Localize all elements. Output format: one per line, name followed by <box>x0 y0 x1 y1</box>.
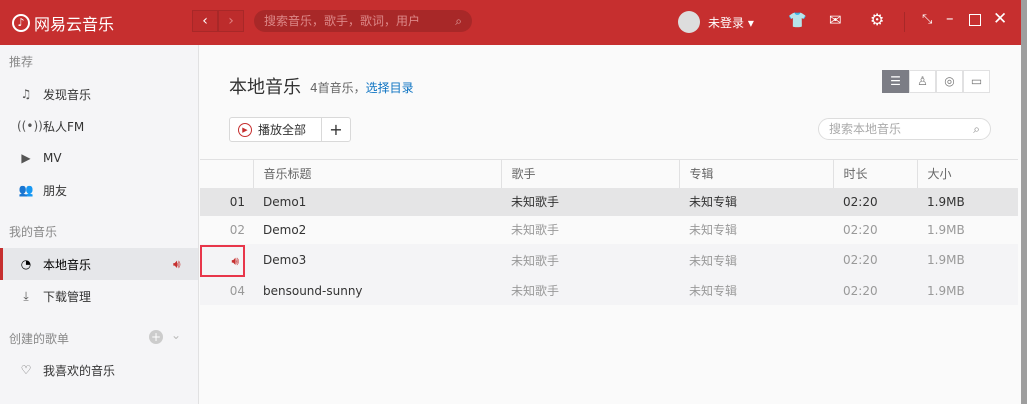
add-button[interactable]: + <box>322 118 350 141</box>
minimize-icon[interactable]: – <box>946 9 954 27</box>
table-row[interactable]: 🔊︎ Demo3 未知歌手 未知专辑 02:20 1.9MB <box>200 243 1018 277</box>
local-music-icon: ◔ <box>20 257 32 271</box>
section-playlists: 创建的歌单 <box>9 332 70 346</box>
close-icon[interactable]: ✕ <box>993 9 1007 29</box>
heart-icon: ♡ <box>20 363 32 377</box>
sidebar-item-local-music[interactable]: ◔ 本地音乐 🔊︎ <box>0 248 198 280</box>
section-my-music: 我的音乐 <box>9 225 58 239</box>
logo-icon: ♪ <box>12 14 30 32</box>
column-title[interactable]: 音乐标题 <box>253 159 502 188</box>
video-icon: ▶ <box>21 151 31 165</box>
back-button[interactable]: ‹ <box>192 10 218 32</box>
download-icon: ⤓ <box>23 288 29 303</box>
maximize-icon[interactable] <box>969 14 981 26</box>
avatar[interactable] <box>678 11 700 33</box>
title-bar: ♪ 网易云音乐 ‹ › 搜索音乐，歌手，歌词，用户 ⌕ 未登录 ▾ 👕 ✉ ⚙ ⤡ … <box>0 0 1021 45</box>
table-row[interactable]: 01 Demo1 未知歌手 未知专辑 02:20 1.9MB <box>200 187 1018 216</box>
radio-icon: ((•)) <box>17 119 43 133</box>
app-window: ♪ 网易云音乐 ‹ › 搜索音乐，歌手，歌词，用户 ⌕ 未登录 ▾ 👕 ✉ ⚙ ⤡ … <box>0 0 1021 404</box>
song-count: 4首音乐，选择目录 <box>310 81 414 95</box>
section-recommend: 推荐 <box>9 55 34 69</box>
column-album[interactable]: 专辑 <box>679 159 834 188</box>
mini-mode-icon[interactable]: ⤡ <box>922 12 932 27</box>
album-view-button[interactable]: ◎ <box>936 70 963 93</box>
speaker-icon: 🔊︎ <box>173 256 181 271</box>
search-icon: ⌕ <box>455 14 462 28</box>
sidebar-item-liked[interactable]: ♡ 我喜欢的音乐 <box>0 354 198 386</box>
chevron-down-icon[interactable]: ⌄ <box>171 328 181 342</box>
column-size[interactable]: 大小 <box>917 159 1018 188</box>
add-playlist-icon[interactable]: + <box>149 330 163 344</box>
mail-icon[interactable]: ✉ <box>829 11 842 29</box>
table-header: 音乐标题 歌手 专辑 时长 大小 <box>200 159 1018 188</box>
divider <box>904 12 905 32</box>
sidebar-item-fm[interactable]: ((•)) 私人FM <box>0 110 198 142</box>
search-input[interactable]: 搜索音乐，歌手，歌词，用户 ⌕ <box>254 10 472 32</box>
settings-icon[interactable]: ⚙ <box>870 10 884 29</box>
forward-button[interactable]: › <box>218 10 244 32</box>
playing-speaker-icon: 🔊︎ <box>200 244 245 277</box>
page-title: 本地音乐 <box>229 77 301 98</box>
select-directory-link[interactable]: 选择目录 <box>366 81 414 95</box>
sidebar-item-downloads[interactable]: ⤓ 下载管理 <box>0 280 198 312</box>
table-row[interactable]: 02 Demo2 未知歌手 未知专辑 02:20 1.9MB <box>200 215 1018 244</box>
table-row[interactable]: 04 bensound-sunny 未知歌手 未知专辑 02:20 1.9MB <box>200 276 1018 305</box>
skin-icon[interactable]: 👕 <box>788 11 807 29</box>
sidebar-item-mv[interactable]: ▶ MV <box>0 142 198 174</box>
logo[interactable]: ♪ 网易云音乐 <box>12 11 114 35</box>
friends-icon: 👥 <box>18 183 34 197</box>
login-link[interactable]: 未登录 ▾ <box>708 14 754 31</box>
sidebar-item-discover[interactable]: ♫ 发现音乐 <box>0 78 198 110</box>
column-duration[interactable]: 时长 <box>833 159 918 188</box>
local-search-input[interactable]: 搜索本地音乐 ⌕ <box>818 118 991 140</box>
sidebar: 推荐 ♫ 发现音乐 ((•)) 私人FM ▶ MV 👥 朋友 我的音乐 ◔ 本地音乐 🔊︎ … <box>0 45 199 404</box>
music-note-icon: ♫ <box>20 87 32 101</box>
play-all-button[interactable]: ▶ 播放全部 <box>230 118 322 141</box>
list-view-button[interactable]: ☰ <box>882 70 909 93</box>
play-icon: ▶ <box>238 122 252 137</box>
sidebar-item-friends[interactable]: 👥 朋友 <box>0 174 198 206</box>
search-icon: ⌕ <box>973 122 980 136</box>
column-artist[interactable]: 歌手 <box>501 159 680 188</box>
artist-view-button[interactable]: ♙ <box>909 70 936 93</box>
play-all-group: ▶ 播放全部 + <box>229 117 351 142</box>
song-table: 音乐标题 歌手 专辑 时长 大小 01 Demo1 未知歌手 未知专辑 02:20 1.9MB 0… <box>200 159 1018 305</box>
folder-view-button[interactable]: ▭ <box>963 70 990 93</box>
